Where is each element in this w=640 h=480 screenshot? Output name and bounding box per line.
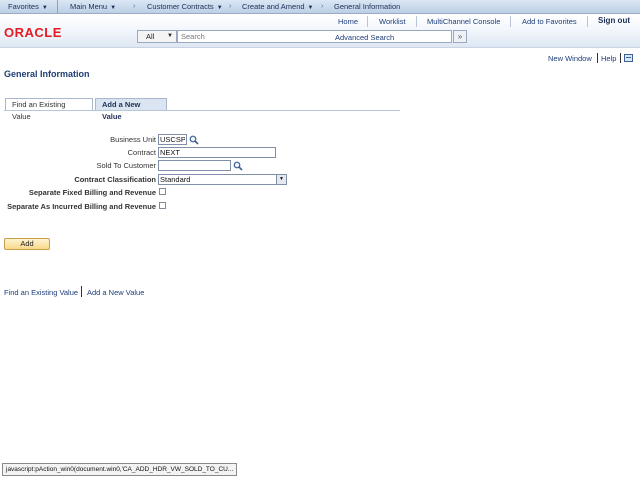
- search-input[interactable]: [177, 30, 452, 43]
- chevron-right-icon: ›: [321, 3, 324, 10]
- favorites-menu[interactable]: Favorites ▼: [8, 0, 48, 13]
- main-menu[interactable]: Main Menu ▼: [70, 0, 116, 13]
- page-title: General Information: [4, 69, 90, 79]
- main-menu-label: Main Menu: [70, 2, 108, 11]
- worklist-link[interactable]: Worklist: [379, 17, 406, 26]
- multichannel-console-link[interactable]: MultiChannel Console: [427, 17, 500, 26]
- breadcrumb-create-and-amend[interactable]: Create and Amend ▼: [242, 0, 314, 13]
- new-window-link[interactable]: New Window: [548, 54, 592, 63]
- breadcrumb-label: Create and Amend: [242, 2, 305, 11]
- separate-incurred-billing-checkbox[interactable]: [159, 202, 166, 209]
- add-button[interactable]: Add: [4, 238, 50, 250]
- sign-out-link[interactable]: Sign out: [598, 16, 630, 25]
- search-scope-select[interactable]: All ▼: [137, 30, 177, 43]
- separate-fixed-billing-checkbox[interactable]: [159, 188, 166, 195]
- utility-divider: [620, 53, 621, 63]
- header-divider: [416, 16, 417, 27]
- contract-classification-select[interactable]: Standard ▼: [158, 174, 287, 185]
- chevron-down-icon: ▼: [276, 175, 286, 184]
- favorites-label: Favorites: [8, 2, 39, 11]
- chevron-right-icon: ›: [229, 3, 232, 10]
- contract-classification-value: Standard: [160, 175, 191, 184]
- header: ORACLE Home Worklist MultiChannel Consol…: [0, 14, 640, 48]
- chevron-down-icon: ▼: [167, 33, 173, 39]
- business-unit-label: Business Unit: [110, 135, 156, 144]
- help-link[interactable]: Help: [601, 54, 616, 63]
- business-unit-lookup-icon[interactable]: [189, 135, 199, 145]
- advanced-search-link[interactable]: Advanced Search: [335, 33, 394, 42]
- search-go-button[interactable]: »: [453, 30, 467, 43]
- sold-to-customer-label: Sold To Customer: [96, 161, 156, 170]
- breadcrumb-label: Customer Contracts: [147, 2, 214, 11]
- home-link[interactable]: Home: [338, 17, 358, 26]
- add-new-value-link[interactable]: Add a New Value: [87, 288, 144, 297]
- tab-underline: [4, 110, 400, 111]
- customize-page-icon[interactable]: [624, 54, 633, 62]
- add-to-favorites-link[interactable]: Add to Favorites: [522, 17, 577, 26]
- oracle-logo: ORACLE: [4, 25, 62, 40]
- find-existing-value-link[interactable]: Find an Existing Value: [4, 288, 78, 297]
- business-unit-input[interactable]: [158, 134, 187, 145]
- top-nav-bar: Favorites ▼ Main Menu ▼ › Customer Contrac…: [0, 0, 640, 14]
- sold-to-customer-lookup-icon[interactable]: [233, 161, 243, 171]
- browser-status-bar: javascript:pAction_win0(document.win0,'C…: [2, 463, 238, 476]
- chevron-right-icon: ›: [133, 3, 136, 10]
- nav-divider: [57, 0, 58, 13]
- separate-incurred-billing-label: Separate As Incurred Billing and Revenue: [7, 202, 156, 211]
- contract-input[interactable]: [158, 147, 276, 158]
- contract-label: Contract: [127, 148, 156, 157]
- utility-divider: [597, 53, 598, 63]
- header-divider: [367, 16, 368, 27]
- sold-to-customer-input[interactable]: [158, 160, 231, 171]
- contract-classification-label: Contract Classification: [74, 175, 156, 184]
- bottom-link-divider: [81, 286, 82, 297]
- search-scope-value: All: [146, 32, 155, 41]
- breadcrumb-customer-contracts[interactable]: Customer Contracts ▼: [147, 0, 223, 13]
- breadcrumb-general-information[interactable]: General Information: [334, 0, 400, 13]
- header-divider: [587, 16, 588, 27]
- header-divider: [510, 16, 511, 27]
- separate-fixed-billing-label: Separate Fixed Billing and Revenue: [28, 188, 156, 197]
